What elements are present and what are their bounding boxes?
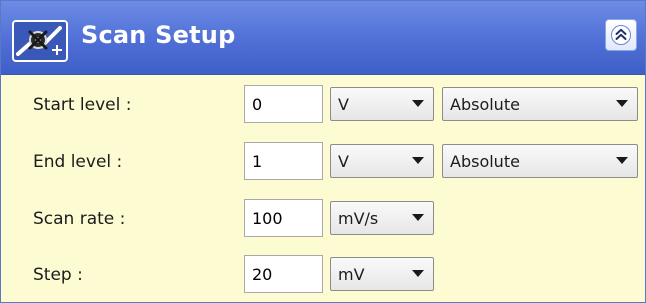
step-row: Step : mV — [1, 255, 645, 299]
scan-setup-panel: Scan Setup Start level : V Absolute End … — [0, 0, 646, 303]
end-level-label: End level : — [33, 152, 123, 172]
dropdown-arrow-icon — [412, 270, 424, 277]
start-level-unit-value: V — [338, 95, 349, 114]
start-level-unit-select[interactable]: V — [330, 87, 434, 121]
end-level-mode-select[interactable]: Absolute — [442, 144, 638, 178]
start-level-mode-value: Absolute — [450, 95, 520, 114]
end-level-unit-select[interactable]: V — [330, 144, 434, 178]
end-level-row: End level : V Absolute — [1, 142, 645, 186]
scan-rate-row: Scan rate : mV/s — [1, 199, 645, 243]
step-input[interactable] — [244, 255, 323, 293]
step-unit-value: mV — [338, 265, 365, 284]
dropdown-arrow-icon — [412, 157, 424, 164]
scan-setup-icon — [12, 20, 68, 62]
start-level-input[interactable] — [244, 85, 323, 123]
end-level-mode-value: Absolute — [450, 152, 520, 171]
collapse-button[interactable] — [605, 19, 637, 51]
start-level-mode-select[interactable]: Absolute — [442, 87, 638, 121]
step-unit-select[interactable]: mV — [330, 257, 434, 291]
scan-rate-unit-select[interactable]: mV/s — [330, 201, 434, 235]
panel-title: Scan Setup — [81, 21, 236, 49]
dropdown-arrow-icon — [412, 214, 424, 221]
scan-rate-label: Scan rate : — [33, 209, 126, 229]
start-level-label: Start level : — [33, 95, 132, 115]
end-level-input[interactable] — [244, 142, 323, 180]
step-label: Step : — [33, 265, 83, 285]
dropdown-arrow-icon — [412, 100, 424, 107]
end-level-unit-value: V — [338, 152, 349, 171]
dropdown-arrow-icon — [616, 100, 628, 107]
panel-header[interactable]: Scan Setup — [1, 1, 645, 75]
scan-rate-input[interactable] — [244, 199, 323, 237]
scan-rate-unit-value: mV/s — [338, 209, 379, 228]
dropdown-arrow-icon — [616, 157, 628, 164]
start-level-row: Start level : V Absolute — [1, 85, 645, 129]
